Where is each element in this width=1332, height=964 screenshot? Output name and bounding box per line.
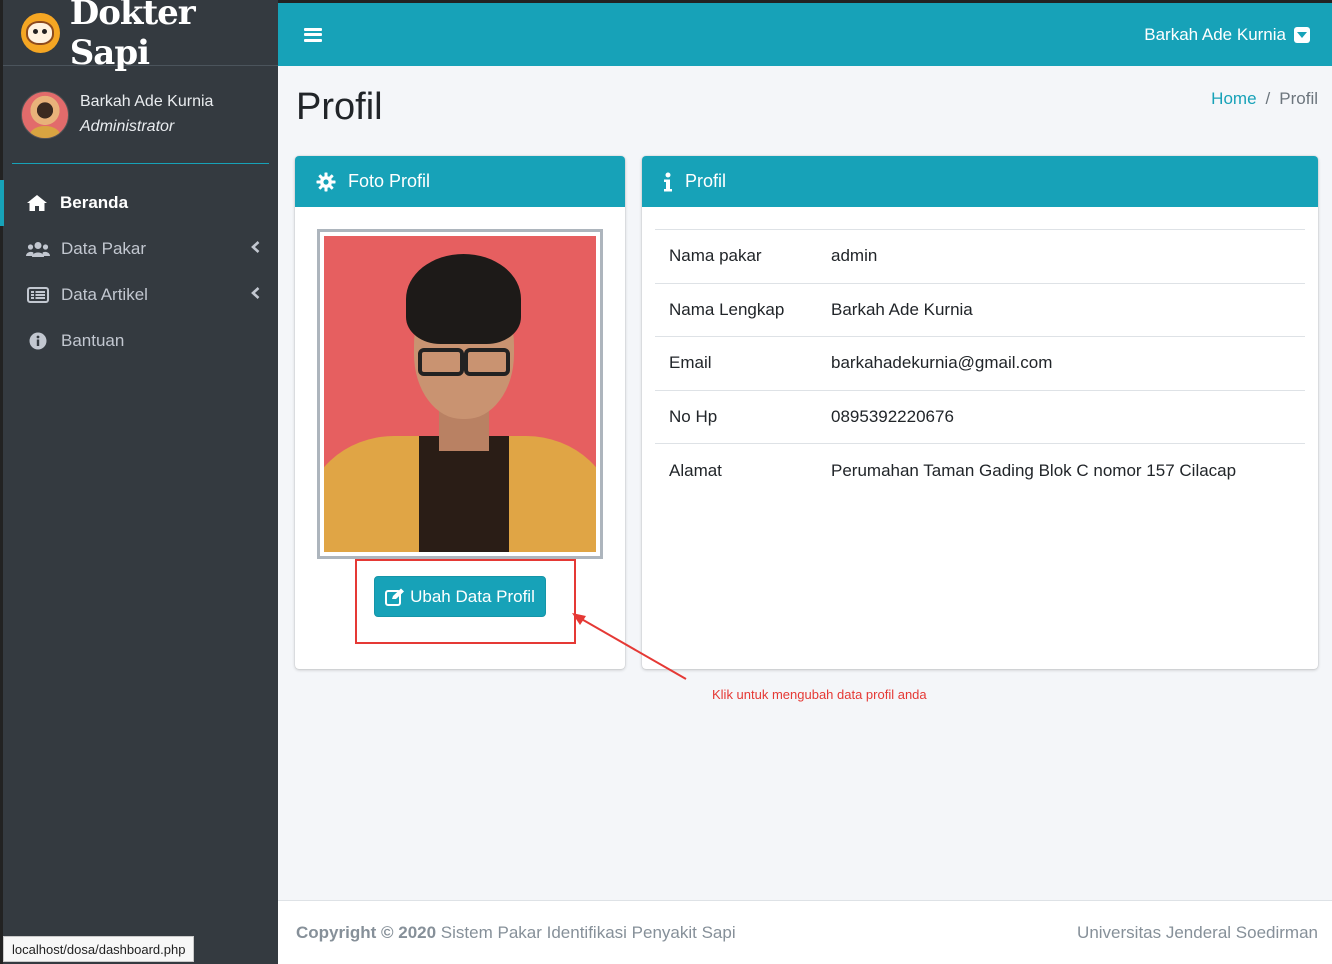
row-value: 0895392220676 [817,389,1305,444]
sidebar-item-data-pakar[interactable]: Data Pakar [3,226,278,272]
chevron-left-icon [251,240,260,258]
sidebar-item-data-artikel[interactable]: Data Artikel [3,272,278,318]
row-label: Nama pakar [655,229,817,283]
footer-left: Copyright © 2020 Sistem Pakar Identifika… [296,923,736,943]
sidebar-item-label: Data Artikel [61,285,148,304]
profile-photo [317,229,603,559]
card-header: Foto Profil [295,156,625,207]
cow-logo-icon [21,12,60,53]
caret-square-down-icon [1294,26,1310,43]
table-row: Nama Lengkap Barkah Ade Kurnia [655,282,1305,337]
table-row: Nama pakar admin [655,229,1305,283]
breadcrumb-separator: / [1265,89,1271,108]
row-value: admin [817,229,1305,283]
footer: Copyright © 2020 Sistem Pakar Identifika… [278,900,1332,964]
sidebar-item-label: Bantuan [61,331,125,350]
annotation-text: Klik untuk mengubah data profil anda [712,687,927,702]
row-value: barkahadekurnia@gmail.com [817,336,1305,390]
brand-link[interactable]: Dokter Sapi [3,0,278,73]
top-navbar: Barkah Ade Kurnia [278,0,1332,66]
breadcrumb-current: Profil [1279,89,1318,108]
sidebar-item-beranda[interactable]: Beranda [0,180,278,226]
user-role: Administrator [80,117,175,135]
brand-name: Dokter Sapi [69,0,196,73]
user-panel: Barkah Ade Kurnia Administrator [12,66,269,164]
home-icon [24,193,50,213]
row-label: Nama Lengkap [655,282,817,337]
footer-university: Universitas Jenderal Soedirman [1077,922,1318,942]
hamburger-menu-icon[interactable] [304,27,322,42]
chevron-left-icon [251,286,260,304]
sidebar: Dokter Sapi Barkah Ade Kurnia Administra… [0,0,278,964]
breadcrumb-home-link[interactable]: Home [1211,89,1256,108]
annotation-arrow-icon [572,613,687,680]
topbar-user-name: Barkah Ade Kurnia [1144,24,1286,44]
table-row: Email barkahadekurnia@gmail.com [655,336,1305,390]
card-title: Foto Profil [348,171,431,191]
info-circle-icon [25,331,51,351]
row-label: No Hp [655,389,817,444]
footer-copyright: Copyright © 2020 [296,922,437,942]
breadcrumb: Home / Profil [1211,89,1318,109]
gear-icon [316,172,336,192]
list-alt-icon [25,285,51,305]
card-title: Profil [685,171,727,191]
row-label: Email [655,336,817,390]
card-header: Profil [642,156,1318,207]
row-label: Alamat [655,443,817,497]
footer-system-name: Sistem Pakar Identifikasi Penyakit Sapi [440,922,736,942]
row-value: Perumahan Taman Gading Blok C nomor 157 … [817,443,1305,497]
sidebar-item-label: Data Pakar [61,239,147,258]
table-row: Alamat Perumahan Taman Gading Blok C nomo… [655,443,1305,497]
user-name[interactable]: Barkah Ade Kurnia [80,90,213,114]
page-title: Profil [296,86,383,128]
table-row: No Hp 0895392220676 [655,389,1305,444]
sidebar-item-label: Beranda [60,193,129,212]
annotation-highlight-box [355,559,576,644]
profile-table: Nama pakar admin Nama Lengkap Barkah Ade K… [655,229,1305,497]
avatar[interactable] [21,90,69,139]
user-dropdown[interactable]: Barkah Ade Kurnia [1144,25,1310,45]
sidebar-nav: Beranda Data Pakar Data Artikel Bantuan [0,180,278,364]
browser-status-url: localhost/dosa/dashboard.php [3,936,195,962]
row-value: Barkah Ade Kurnia [817,282,1305,337]
info-icon [663,172,673,192]
sidebar-item-bantuan[interactable]: Bantuan [3,318,278,364]
profil-card: Profil Nama pakar admin Nama Lengkap Barka… [642,156,1318,669]
users-icon [25,239,51,259]
